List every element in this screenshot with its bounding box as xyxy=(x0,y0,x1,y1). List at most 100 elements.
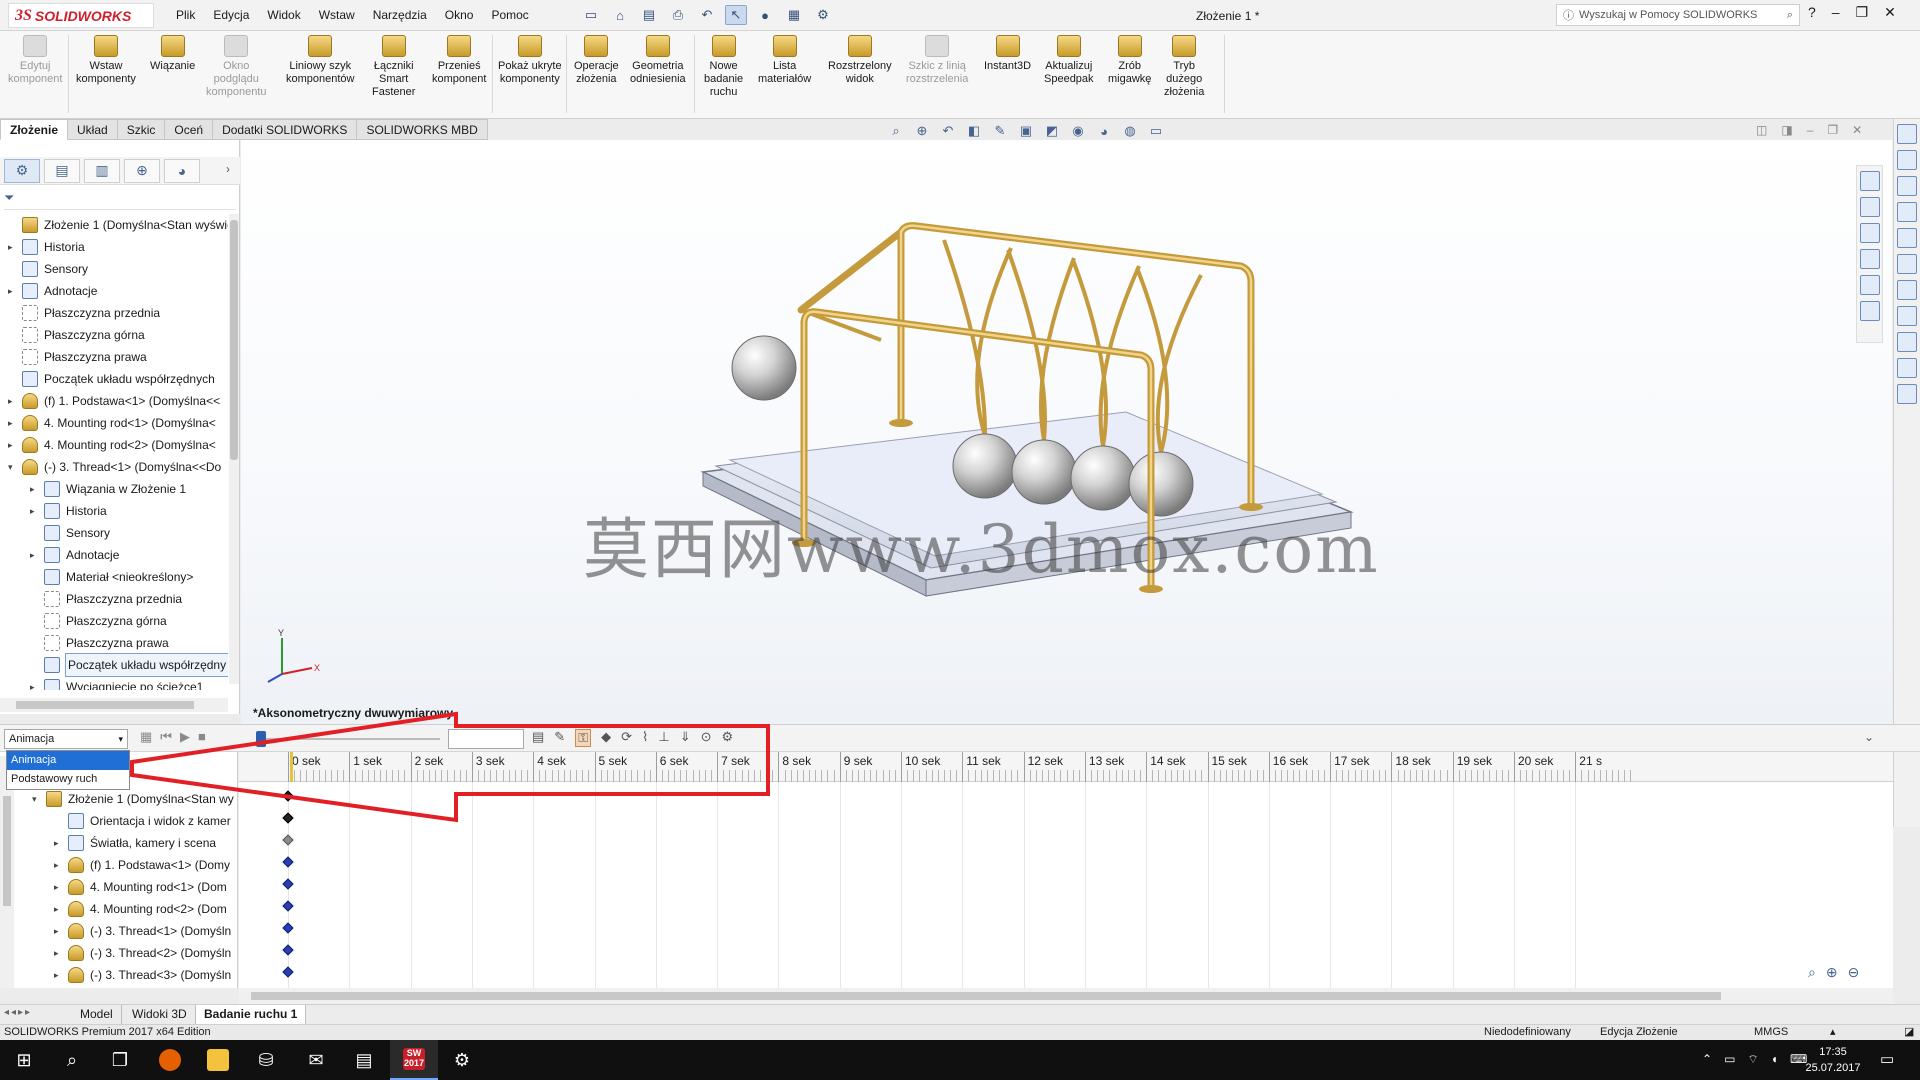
tree-item[interactable]: Płaszczyzna górna xyxy=(0,610,228,632)
custom-properties-icon[interactable] xyxy=(1859,301,1880,321)
file-explorer-taskbar-icon[interactable] xyxy=(194,1040,242,1080)
study-type-select[interactable]: Animacja ▾ xyxy=(4,729,128,749)
view-front-icon[interactable] xyxy=(1897,150,1917,170)
menu-item[interactable]: Okno xyxy=(445,8,474,22)
ribbon-button[interactable]: Przenieś komponent xyxy=(432,35,486,86)
undo-icon[interactable]: ↶ xyxy=(696,5,718,25)
display-manager-tab-icon[interactable]: ◕ xyxy=(164,158,200,183)
previous-view-icon[interactable]: ↶ xyxy=(938,122,958,140)
appearances-icon[interactable] xyxy=(1859,275,1880,295)
command-tab[interactable]: Złożenie xyxy=(0,119,69,140)
units-status[interactable]: MMGS xyxy=(1754,1025,1788,1040)
ribbon-button[interactable]: Geometria odniesienia xyxy=(630,35,686,86)
filter-icon[interactable]: ⏷ xyxy=(4,190,236,210)
tree-item[interactable]: ▸ (f) 1. Podstawa<1> (Domy xyxy=(0,854,237,876)
save-animation-icon[interactable]: ▤ xyxy=(532,729,544,747)
help-search-input[interactable]: ⓘ Wyszukaj w Pomocy SOLIDWORKS ⌕ xyxy=(1556,4,1800,26)
ribbon-button[interactable]: Operacje złożenia xyxy=(574,35,619,86)
firefox-icon[interactable] xyxy=(146,1040,194,1080)
viewport-close-icon[interactable]: ✕ xyxy=(1852,123,1862,137)
select-arrow-icon[interactable]: ↖ xyxy=(725,5,747,25)
newtons-cradle-model[interactable] xyxy=(241,140,1892,724)
display-style-icon[interactable]: ◩ xyxy=(1042,122,1062,140)
menu-item[interactable]: Narzędzia xyxy=(373,8,427,22)
configuration-manager-tab-icon[interactable]: ▥ xyxy=(84,158,120,183)
expand-toggle-icon[interactable]: ▸ xyxy=(54,898,64,920)
key-point[interactable] xyxy=(282,812,294,824)
view-right-icon[interactable] xyxy=(1897,228,1917,248)
tree-item[interactable]: Sensory xyxy=(0,258,228,280)
zoom-to-fit-icon[interactable]: ⌕ xyxy=(886,122,906,140)
expand-toggle-icon[interactable]: ▸ xyxy=(54,876,64,898)
playback-slider-knob[interactable] xyxy=(256,731,266,747)
gravity-icon[interactable]: ⇓ xyxy=(680,729,691,747)
ribbon-button[interactable]: Szkic z linią rozstrzelenia xyxy=(906,35,968,86)
tree-item[interactable]: ▸ Światła, kamery i scena xyxy=(0,832,237,854)
tree-item[interactable]: ▸ Adnotacje xyxy=(0,544,228,566)
apply-scene-icon[interactable]: ◍ xyxy=(1120,122,1140,140)
tree-item[interactable]: Złożenie 1 (Domyślna<Stan wyświetla xyxy=(0,214,228,236)
tree-item[interactable]: Początek układu współrzędny xyxy=(0,653,228,677)
volume-icon[interactable]: ◖ xyxy=(1771,1052,1778,1067)
timeline-hscrollbar[interactable] xyxy=(239,988,1893,1004)
autokey-icon[interactable]: ⚿ xyxy=(575,729,592,747)
dimetric-icon[interactable] xyxy=(1897,358,1917,378)
property-manager-tab-icon[interactable]: ▤ xyxy=(44,158,80,183)
play-icon[interactable]: ▶ xyxy=(180,729,190,745)
viewport-minimize-icon[interactable]: – xyxy=(1807,123,1814,137)
restore-icon[interactable]: ❐ xyxy=(1856,4,1869,21)
contact-icon[interactable]: ⊙ xyxy=(701,729,712,747)
new-document-icon[interactable]: ▭ xyxy=(580,5,602,25)
motion-tree-scrollbar[interactable] xyxy=(0,756,14,988)
study-type-option-animation[interactable]: Animacja xyxy=(7,751,129,770)
taskbar-search-icon[interactable]: ⌕ xyxy=(48,1040,96,1080)
normal-to-icon[interactable] xyxy=(1897,384,1917,404)
expand-toggle-icon[interactable]: ▾ xyxy=(32,788,42,810)
network-icon[interactable]: ⌔ xyxy=(1747,1052,1758,1067)
expand-toggle-icon[interactable]: ▸ xyxy=(30,500,40,522)
file-explorer-icon[interactable] xyxy=(1859,223,1880,243)
tab-navigation-arrows[interactable]: ◂◂▸▸ xyxy=(4,1007,32,1018)
tree-item[interactable]: ▸ 4. Mounting rod<1> (Dom xyxy=(0,876,237,898)
spring-icon[interactable]: ⌇ xyxy=(642,729,648,747)
design-library-icon[interactable] xyxy=(1859,197,1880,217)
tree-item[interactable]: Płaszczyzna prawa xyxy=(0,632,228,654)
expand-toggle-icon[interactable]: ▸ xyxy=(8,390,18,412)
tree-item[interactable]: ▸ 4. Mounting rod<2> (Domyślna< xyxy=(0,434,228,456)
expand-toggle-icon[interactable]: ▸ xyxy=(8,412,18,434)
expand-toggle-icon[interactable]: ▸ xyxy=(30,478,40,500)
ribbon-button[interactable]: Zrób migawkę xyxy=(1108,35,1151,86)
zoom-out-icon[interactable]: ⊖ xyxy=(1848,964,1860,981)
ribbon-button[interactable]: Okno podglądu komponentu xyxy=(206,35,267,99)
tree-item[interactable]: ▸ Adnotacje xyxy=(0,280,228,302)
dimxpert-tab-icon[interactable]: ⊕ xyxy=(124,158,160,183)
view-back-icon[interactable] xyxy=(1897,176,1917,196)
view-left-icon[interactable] xyxy=(1897,202,1917,222)
damper-icon[interactable]: ⊥ xyxy=(658,729,669,747)
tree-item[interactable]: ▸ (-) 3. Thread<3> (Domyśln xyxy=(0,964,237,986)
ribbon-button[interactable]: Wstaw komponenty xyxy=(76,35,136,86)
view-top-icon[interactable] xyxy=(1897,254,1917,274)
file-properties-icon[interactable]: ▦ xyxy=(783,5,805,25)
expand-toggle-icon[interactable]: ▸ xyxy=(30,676,40,690)
battery-icon[interactable]: ▭ xyxy=(1724,1052,1735,1067)
tree-item[interactable]: Płaszczyzna przednia xyxy=(0,302,228,324)
expand-toggle-icon[interactable]: ▸ xyxy=(30,544,40,566)
taskbar-clock[interactable]: 17:35 25.07.2017 xyxy=(1798,1044,1868,1076)
menu-item[interactable]: Edycja xyxy=(213,8,249,22)
bottom-tab[interactable]: Widoki 3D xyxy=(124,1005,196,1025)
menu-item[interactable]: Wstaw xyxy=(319,8,355,22)
command-tab[interactable]: Szkic xyxy=(116,119,166,140)
mail-icon[interactable]: ✉ xyxy=(292,1040,340,1080)
expand-toggle-icon[interactable]: ▾ xyxy=(8,456,18,478)
dynamic-annotation-icon[interactable]: ✎ xyxy=(990,122,1010,140)
search-icon[interactable]: ⌕ xyxy=(1787,9,1793,22)
menu-item[interactable]: Widok xyxy=(267,8,300,22)
ribbon-button[interactable]: Pokaż ukryte komponenty xyxy=(498,35,562,86)
feature-tree-tab-icon[interactable]: ⚙ xyxy=(4,158,40,183)
key-point[interactable] xyxy=(282,878,294,890)
command-tab[interactable]: Układ xyxy=(67,119,118,140)
close-icon[interactable]: ✕ xyxy=(1884,4,1896,21)
expand-toggle-icon[interactable]: ▸ xyxy=(54,942,64,964)
feature-tree-hscrollbar[interactable] xyxy=(0,698,228,712)
